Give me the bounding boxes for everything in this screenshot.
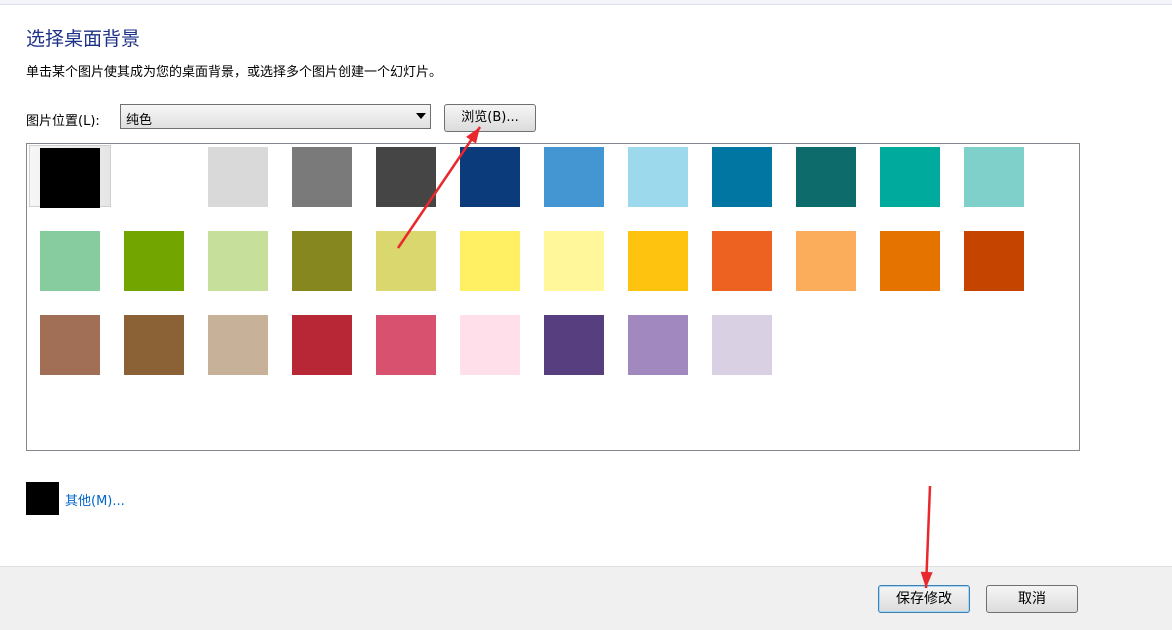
color-swatch-fill: [712, 147, 772, 207]
color-swatch-fill: [376, 231, 436, 291]
color-swatch-fill: [208, 147, 268, 207]
color-swatch-12[interactable]: [953, 145, 1035, 207]
color-swatch-4[interactable]: [281, 145, 363, 207]
color-swatch-fill: [208, 315, 268, 375]
color-swatch-fill: [628, 147, 688, 207]
color-swatch-29[interactable]: [365, 313, 447, 375]
color-swatch-26[interactable]: [113, 313, 195, 375]
color-swatch-fill: [712, 231, 772, 291]
color-swatch-fill: [40, 231, 100, 291]
color-swatch-2[interactable]: [113, 145, 195, 207]
color-swatch-9[interactable]: [701, 145, 783, 207]
color-swatch-fill: [544, 147, 604, 207]
color-swatch-fill: [376, 147, 436, 207]
color-swatch-fill: [460, 315, 520, 375]
color-swatch-5[interactable]: [365, 145, 447, 207]
color-swatch-fill: [124, 231, 184, 291]
color-swatch-28[interactable]: [281, 313, 363, 375]
color-swatch-fill: [292, 231, 352, 291]
browse-button[interactable]: 浏览(B)...: [444, 104, 536, 132]
color-swatch-fill: [460, 231, 520, 291]
page-title: 选择桌面背景: [26, 28, 141, 50]
color-swatch-fill: [376, 315, 436, 375]
color-swatch-fill: [964, 147, 1024, 207]
other-color-link[interactable]: 其他(M)...: [65, 490, 125, 509]
color-swatch-3[interactable]: [197, 145, 279, 207]
color-swatch-1[interactable]: [29, 145, 111, 208]
color-swatch-fill: [460, 147, 520, 207]
color-swatch-fill: [880, 147, 940, 207]
color-swatch-31[interactable]: [533, 313, 615, 375]
color-swatch-32[interactable]: [617, 313, 699, 375]
color-swatch-25[interactable]: [29, 313, 111, 375]
color-swatch-24[interactable]: [953, 229, 1035, 291]
page-description: 单击某个图片使其成为您的桌面背景，或选择多个图片创建一个幻灯片。: [26, 65, 443, 80]
color-swatch-fill: [544, 315, 604, 375]
cancel-button[interactable]: 取消: [986, 585, 1078, 613]
color-swatch-fill: [880, 231, 940, 291]
color-swatch-fill: [796, 231, 856, 291]
picture-position-value: 纯色: [126, 113, 153, 128]
color-swatch-fill: [292, 315, 352, 375]
color-swatch-30[interactable]: [449, 313, 531, 375]
color-swatch-10[interactable]: [785, 145, 867, 207]
color-swatch-8[interactable]: [617, 145, 699, 207]
color-swatch-fill: [124, 315, 184, 375]
other-color-swatch: [26, 482, 59, 515]
chevron-down-icon[interactable]: [416, 113, 426, 119]
color-swatch-21[interactable]: [701, 229, 783, 291]
color-swatch-16[interactable]: [281, 229, 363, 291]
color-swatch-7[interactable]: [533, 145, 615, 207]
color-swatch-fill: [124, 147, 184, 207]
color-swatch-13[interactable]: [29, 229, 111, 291]
color-swatch-fill: [292, 147, 352, 207]
color-swatch-fill: [964, 231, 1024, 291]
color-swatch-6[interactable]: [449, 145, 531, 207]
color-swatch-fill: [796, 147, 856, 207]
color-swatch-11[interactable]: [869, 145, 951, 207]
color-swatch-fill: [628, 231, 688, 291]
color-swatch-fill: [40, 148, 100, 208]
color-swatch-14[interactable]: [113, 229, 195, 291]
color-swatch-18[interactable]: [449, 229, 531, 291]
color-swatch-fill: [628, 315, 688, 375]
color-swatch-27[interactable]: [197, 313, 279, 375]
save-button[interactable]: 保存修改: [878, 585, 970, 613]
color-swatch-23[interactable]: [869, 229, 951, 291]
color-swatch-22[interactable]: [785, 229, 867, 291]
picture-position-select[interactable]: 纯色: [120, 104, 431, 129]
color-swatch-20[interactable]: [617, 229, 699, 291]
color-swatch-fill: [544, 231, 604, 291]
color-swatch-15[interactable]: [197, 229, 279, 291]
picture-position-label: 图片位置(L):: [26, 114, 100, 129]
color-swatch-17[interactable]: [365, 229, 447, 291]
color-swatch-33[interactable]: [701, 313, 783, 375]
color-swatch-fill: [208, 231, 268, 291]
window-top-edge: [0, 0, 1172, 5]
color-swatch-fill: [40, 315, 100, 375]
color-swatch-19[interactable]: [533, 229, 615, 291]
color-swatch-fill: [712, 315, 772, 375]
color-grid: [26, 143, 1080, 451]
